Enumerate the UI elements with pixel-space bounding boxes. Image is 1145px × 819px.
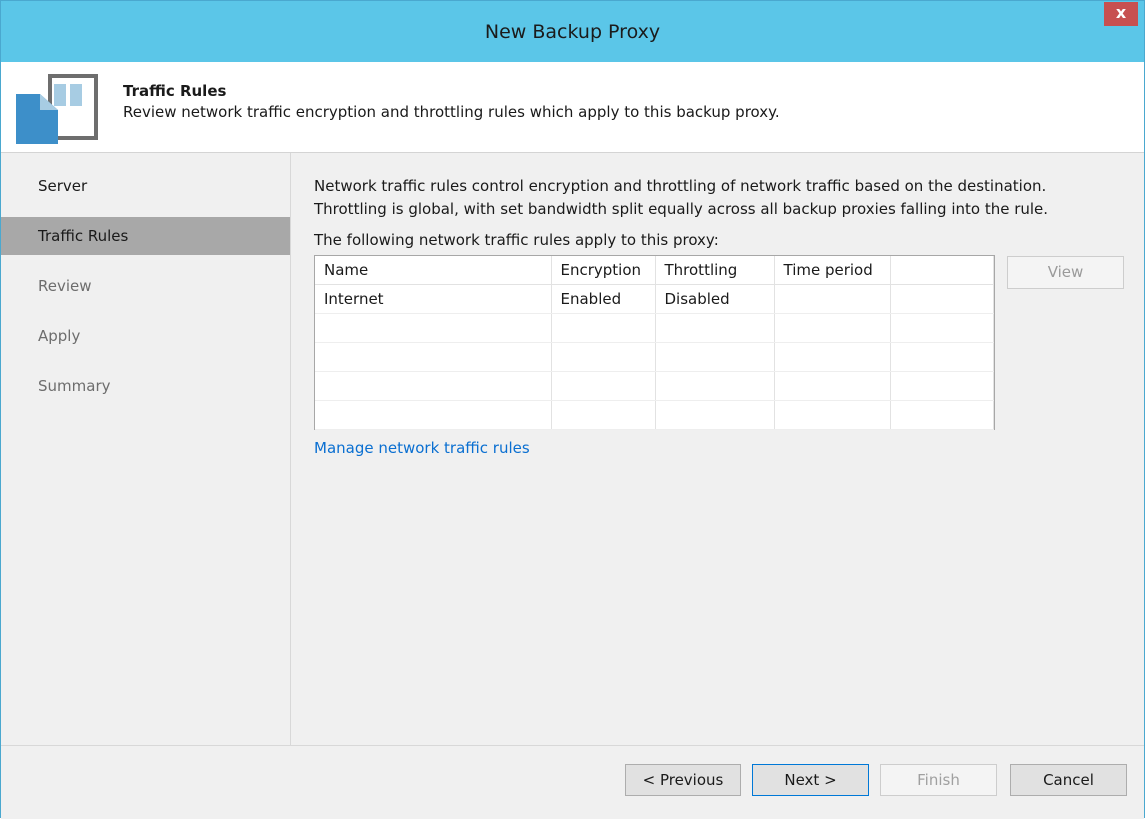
step-traffic-rules[interactable]: Traffic Rules [1,217,290,255]
steps-sidebar: Server Traffic Rules Review Apply Summar… [1,153,291,745]
page-description: Review network traffic encryption and th… [123,103,780,121]
cancel-button[interactable]: Cancel [1010,764,1127,796]
column-header-filler [890,256,994,285]
cell-filler [890,284,994,314]
intro-line-2: Throttling is global, with set bandwidth… [314,200,1049,218]
close-button[interactable]: x [1104,2,1138,26]
finish-button[interactable]: Finish [880,764,997,796]
empty-row [315,400,994,430]
column-header-encryption[interactable]: Encryption [551,256,656,285]
traffic-rules-table[interactable]: Name Encryption Throttling Time period I… [314,255,995,430]
column-header-throttling[interactable]: Throttling [655,256,775,285]
view-button[interactable]: View [1007,256,1124,289]
cell-encryption: Enabled [551,284,656,314]
wizard-header: Traffic Rules Review network traffic enc… [1,62,1144,153]
title-bar[interactable]: New Backup Proxy x [1,1,1144,62]
next-button[interactable]: Next > [752,764,869,796]
window-title: New Backup Proxy [484,21,661,43]
empty-row [315,313,994,343]
table-caption: The following network traffic rules appl… [314,231,719,249]
cell-time-period [774,284,891,314]
table-header-row: Name Encryption Throttling Time period [315,256,994,285]
empty-row [315,371,994,401]
previous-button[interactable]: < Previous [625,764,741,796]
column-header-name[interactable]: Name [315,256,552,285]
page-title: Traffic Rules [123,82,227,100]
cell-throttling: Disabled [655,284,775,314]
step-review[interactable]: Review [1,267,290,305]
main-content: Network traffic rules control encryption… [291,153,1144,745]
column-header-time-period[interactable]: Time period [774,256,891,285]
step-summary[interactable]: Summary [1,367,290,405]
step-server[interactable]: Server [1,167,290,205]
manage-traffic-rules-link[interactable]: Manage network traffic rules [314,439,530,457]
intro-line-1: Network traffic rules control encryption… [314,177,1047,195]
step-apply[interactable]: Apply [1,317,290,355]
empty-row [315,342,994,372]
table-row[interactable]: Internet Enabled Disabled [315,284,994,314]
cell-name: Internet [315,284,552,314]
backup-proxy-icon [16,74,98,144]
wizard-window: New Backup Proxy x Traffic Rules Review … [0,0,1145,819]
wizard-footer: < Previous Next > Finish Cancel [1,745,1144,819]
